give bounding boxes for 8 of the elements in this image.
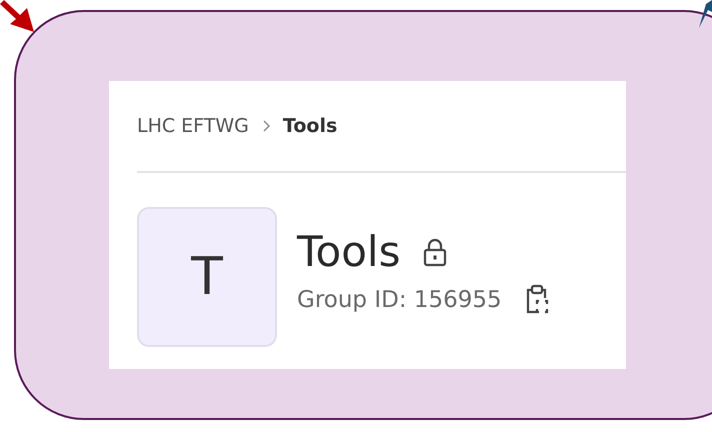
breadcrumb-link[interactable]: LHC EFTWG — [137, 115, 249, 137]
group-avatar: T — [137, 207, 277, 347]
chevron-icon — [260, 120, 271, 132]
pointer-arrow — [696, 0, 712, 30]
group-title: Tools — [297, 227, 400, 276]
pointer-arrow — [0, 0, 36, 34]
breadcrumb-link[interactable]: Tools — [282, 115, 338, 137]
group-id-text: Group ID: 156955 — [297, 287, 502, 313]
